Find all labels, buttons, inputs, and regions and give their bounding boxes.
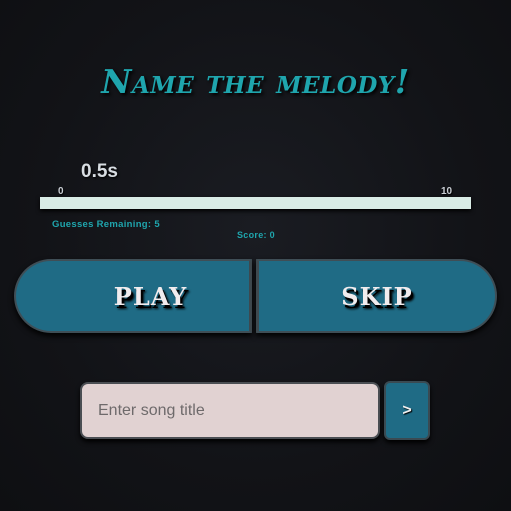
song-title-input[interactable]	[80, 382, 380, 439]
timeline-max-label: 10	[441, 186, 453, 197]
skip-button-label: SKIP	[341, 281, 413, 311]
submit-arrow-icon: >	[402, 401, 412, 419]
submit-guess-button[interactable]: >	[384, 381, 430, 440]
play-button-label: PLAY	[113, 281, 188, 311]
current-time-label: 0.5s	[81, 161, 118, 182]
playback-progress-bar[interactable]	[40, 197, 471, 209]
skip-button[interactable]: SKIP	[256, 259, 497, 333]
game-title: Name the melody!	[101, 62, 410, 101]
play-button[interactable]: PLAY	[14, 259, 253, 333]
timeline-min-label: 0	[58, 186, 64, 197]
guesses-remaining-text: Guesses Remaining: 5	[52, 219, 160, 230]
playback-controls: PLAY SKIP	[14, 259, 497, 333]
score-text: Score: 0	[237, 230, 275, 240]
